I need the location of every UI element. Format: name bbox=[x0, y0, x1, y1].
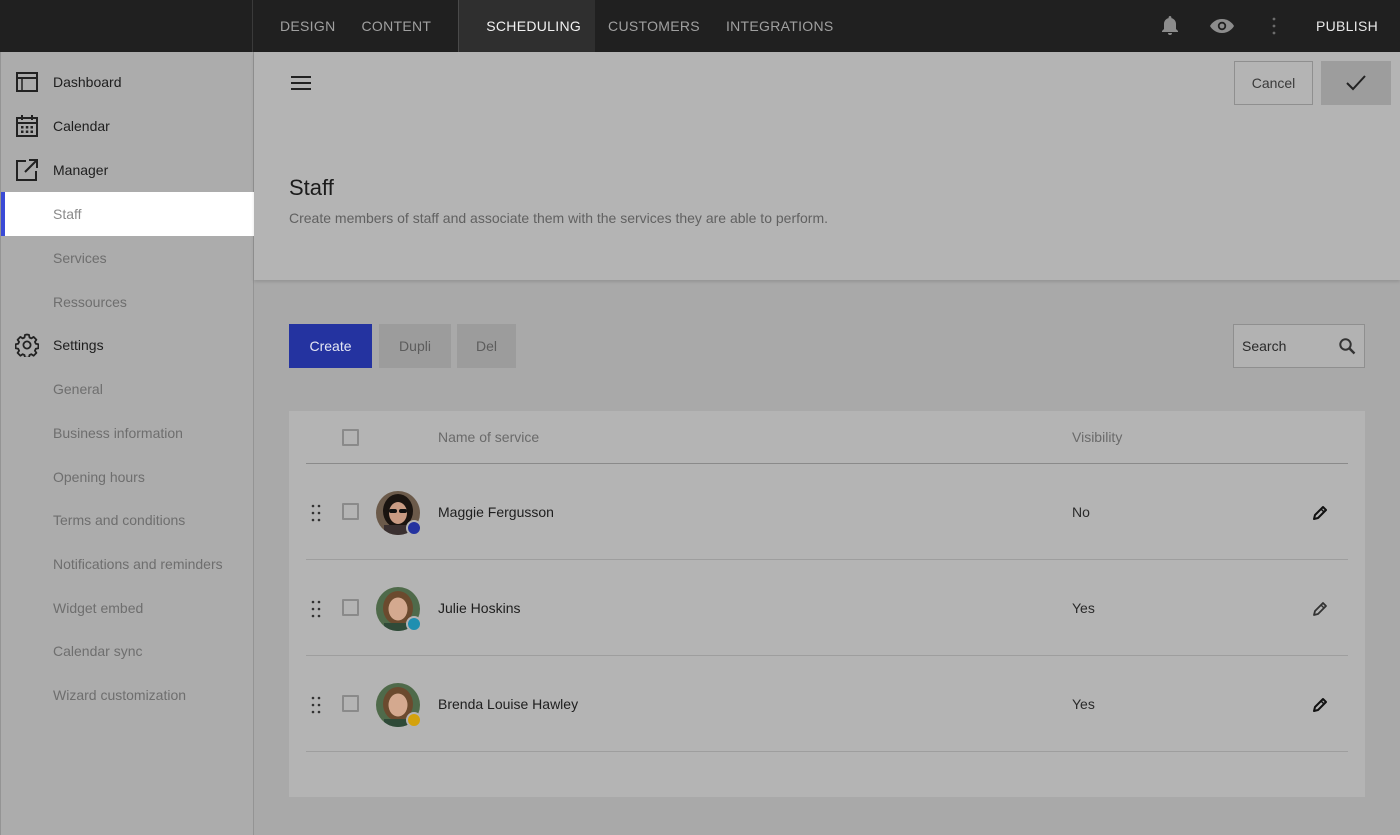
staff-name: Brenda Louise Hawley bbox=[438, 696, 579, 712]
sidebar-item-label: Business information bbox=[53, 425, 183, 441]
sidebar-item-label: General bbox=[53, 381, 103, 397]
tab-design[interactable]: DESIGN bbox=[253, 0, 348, 52]
edit-pencil-icon[interactable] bbox=[1311, 600, 1329, 618]
sidebar-item-label: Notifications and reminders bbox=[53, 556, 223, 572]
search-input[interactable]: Search bbox=[1233, 324, 1365, 368]
staff-name: Maggie Fergusson bbox=[438, 504, 554, 520]
sidebar-item-label: Manager bbox=[53, 162, 109, 178]
sidebar-item-general[interactable]: General bbox=[1, 367, 254, 411]
sidebar-item-dashboard[interactable]: Dashboard bbox=[1, 60, 254, 104]
status-dot bbox=[406, 520, 422, 536]
staff-visibility: Yes bbox=[1072, 600, 1095, 616]
drag-handle-icon[interactable] bbox=[310, 504, 322, 522]
sidebar-item-calendar-sync[interactable]: Calendar sync bbox=[1, 629, 254, 673]
sidebar-item-opening-hours[interactable]: Opening hours bbox=[1, 455, 254, 499]
duplicate-button[interactable]: Dupli bbox=[379, 324, 451, 368]
sidebar-item-widget-embed[interactable]: Widget embed bbox=[1, 586, 254, 630]
sidebar-item-settings[interactable]: Settings bbox=[1, 323, 254, 367]
sidebar-item-label: Dashboard bbox=[53, 74, 122, 90]
logo-area bbox=[0, 0, 253, 52]
sidebar-item-services[interactable]: Services bbox=[1, 236, 254, 280]
column-header-visibility: Visibility bbox=[1072, 429, 1123, 445]
staff-visibility: No bbox=[1072, 504, 1090, 520]
table-row: Julie Hoskins Yes bbox=[306, 560, 1348, 656]
sidebar-item-manager[interactable]: Manager bbox=[1, 148, 254, 192]
row-checkbox[interactable] bbox=[342, 599, 359, 616]
page-title: Staff bbox=[289, 175, 334, 200]
dashboard-icon bbox=[15, 70, 39, 94]
sidebar-item-label: Services bbox=[53, 250, 107, 266]
sidebar-item-staff[interactable]: Staff bbox=[1, 192, 254, 236]
delete-button[interactable]: Del bbox=[457, 324, 516, 368]
search-placeholder: Search bbox=[1242, 338, 1287, 354]
sidebar-item-label: Calendar bbox=[53, 118, 110, 134]
more-vertical-icon[interactable] bbox=[1248, 0, 1300, 52]
confirm-button[interactable] bbox=[1321, 61, 1391, 105]
checkmark-icon bbox=[1346, 75, 1366, 91]
hamburger-menu-icon[interactable] bbox=[290, 73, 312, 93]
publish-button[interactable]: PUBLISH bbox=[1300, 0, 1400, 52]
sidebar-item-business-information[interactable]: Business information bbox=[1, 411, 254, 455]
tab-content[interactable]: CONTENT bbox=[348, 0, 444, 52]
sidebar-item-wizard-customization[interactable]: Wizard customization bbox=[1, 673, 254, 717]
header-panel: Cancel Staff Create members of staff and… bbox=[254, 52, 1400, 280]
drag-handle-icon[interactable] bbox=[310, 600, 322, 618]
eye-icon[interactable] bbox=[1196, 0, 1248, 52]
cancel-button[interactable]: Cancel bbox=[1234, 61, 1313, 105]
avatar bbox=[376, 491, 422, 536]
sidebar-item-label: Ressources bbox=[53, 294, 127, 310]
sidebar-item-label: Widget embed bbox=[53, 600, 144, 616]
sidebar-item-terms[interactable]: Terms and conditions bbox=[1, 498, 254, 542]
sidebar-item-label: Terms and conditions bbox=[53, 512, 186, 528]
avatar bbox=[376, 683, 422, 728]
sidebar-item-label: Calendar sync bbox=[53, 643, 143, 659]
sidebar-item-label: Staff bbox=[53, 206, 82, 222]
select-all-checkbox[interactable] bbox=[342, 429, 359, 446]
calendar-icon bbox=[15, 114, 39, 138]
sidebar-item-label: Wizard customization bbox=[53, 687, 187, 703]
gear-icon bbox=[14, 333, 40, 359]
top-bar: DESIGN CONTENT SCHEDULING CUSTOMERS INTE… bbox=[0, 0, 1400, 52]
sidebar: Dashboard Calendar Manager Staff Service… bbox=[0, 52, 254, 835]
status-dot bbox=[406, 712, 422, 728]
edit-pencil-icon[interactable] bbox=[1311, 696, 1329, 714]
search-icon bbox=[1338, 337, 1356, 355]
edit-pencil-icon[interactable] bbox=[1311, 504, 1329, 522]
staff-name: Julie Hoskins bbox=[438, 600, 521, 616]
tab-scheduling[interactable]: SCHEDULING bbox=[458, 0, 596, 52]
status-dot bbox=[406, 616, 422, 632]
avatar bbox=[376, 587, 422, 632]
table-row: Maggie Fergusson No bbox=[306, 464, 1348, 560]
external-link-icon bbox=[15, 158, 39, 182]
tab-customers[interactable]: CUSTOMERS bbox=[595, 0, 713, 52]
table-row: Brenda Louise Hawley Yes bbox=[306, 656, 1348, 752]
table-header: Name of service Visibility bbox=[306, 411, 1348, 464]
sidebar-item-label: Opening hours bbox=[53, 469, 145, 485]
create-button[interactable]: Create bbox=[289, 324, 372, 368]
row-checkbox[interactable] bbox=[342, 503, 359, 520]
staff-table: Name of service Visibility Maggie Fergus… bbox=[289, 411, 1365, 797]
drag-handle-icon[interactable] bbox=[310, 696, 322, 714]
top-actions: PUBLISH bbox=[1144, 0, 1400, 52]
row-checkbox[interactable] bbox=[342, 695, 359, 712]
page-subtitle: Create members of staff and associate th… bbox=[289, 210, 828, 226]
top-nav: DESIGN CONTENT SCHEDULING CUSTOMERS INTE… bbox=[253, 0, 847, 52]
sidebar-item-calendar[interactable]: Calendar bbox=[1, 104, 254, 148]
staff-visibility: Yes bbox=[1072, 696, 1095, 712]
sidebar-item-label: Settings bbox=[53, 337, 104, 353]
tab-integrations[interactable]: INTEGRATIONS bbox=[713, 0, 847, 52]
sidebar-item-notifications[interactable]: Notifications and reminders bbox=[1, 542, 254, 586]
column-header-name: Name of service bbox=[438, 429, 540, 445]
sidebar-item-ressources[interactable]: Ressources bbox=[1, 280, 254, 324]
bell-icon[interactable] bbox=[1144, 0, 1196, 52]
